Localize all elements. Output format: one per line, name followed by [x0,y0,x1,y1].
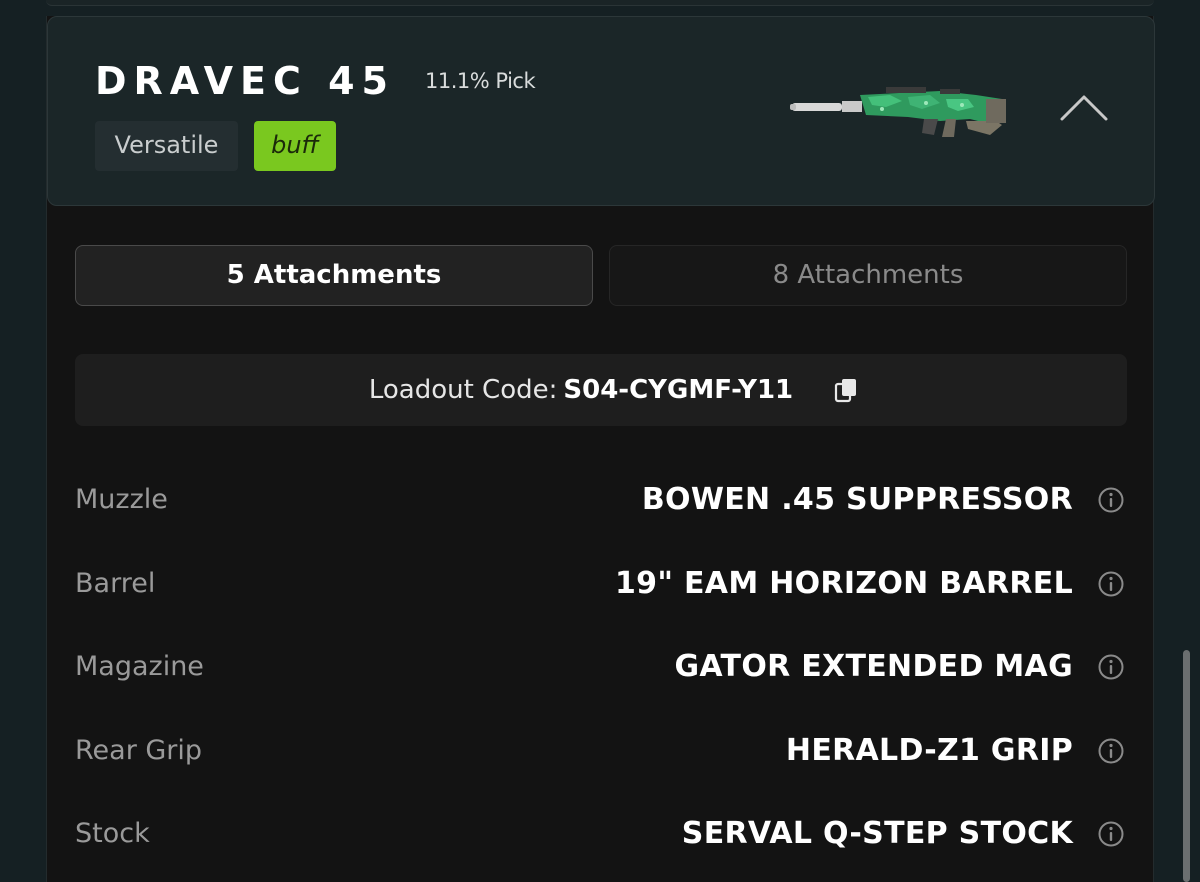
tag-buff: buff [254,121,336,171]
attachment-name: HERALD-Z1 GRIP [785,733,1073,768]
loadout-code-label: Loadout Code: [368,375,558,405]
tag-versatile: Versatile [95,121,238,171]
attachment-slot-label: Rear Grip [75,735,203,766]
scrollbar-thumb[interactable] [1183,650,1190,882]
chevron-up-icon[interactable] [1058,89,1110,125]
info-icon[interactable] [1097,570,1125,598]
attachment-row-rear-grip: Rear Grip HERALD-Z1 GRIP [75,723,1127,783]
info-icon[interactable] [1097,820,1125,848]
attachment-name: GATOR EXTENDED MAG [674,649,1073,684]
attachment-slot-label: Magazine [75,651,204,682]
attachment-row-barrel: Barrel 19" EAM HORIZON BARREL [75,556,1127,616]
weapon-card-header[interactable]: DRAVEC 45 11.1% Pick Versatile buff [47,16,1155,206]
copy-icon[interactable] [833,376,861,404]
loadout-code-box[interactable]: Loadout Code: S04-CYGMF-Y11 [75,354,1127,426]
loadout-code-text: Loadout Code: S04-CYGMF-Y11 [75,354,1127,426]
attachment-name: 19" EAM HORIZON BARREL [614,566,1073,601]
tab-8-attachments[interactable]: 8 Attachments [609,245,1127,306]
tab-5-attachments[interactable]: 5 Attachments [75,245,593,306]
weapon-loadout-card: DRAVEC 45 11.1% Pick Versatile buff 5 At… [46,16,1155,882]
attachment-name: BOWEN .45 SUPPRESSOR [641,482,1073,517]
info-icon[interactable] [1097,486,1125,514]
attachment-slot-label: Barrel [75,568,156,599]
info-icon[interactable] [1097,653,1125,681]
attachment-slot-label: Muzzle [75,484,168,515]
loadout-code-value: S04-CYGMF-Y11 [563,375,794,405]
weapon-image [790,87,1006,137]
attachment-name: SERVAL Q-STEP STOCK [681,816,1073,851]
attachment-row-muzzle: Muzzle BOWEN .45 SUPPRESSOR [75,472,1127,532]
previous-card-edge [46,0,1154,6]
attachment-row-stock: Stock SERVAL Q-STEP STOCK [75,806,1127,866]
attachment-row-magazine: Magazine GATOR EXTENDED MAG [75,639,1127,699]
info-icon[interactable] [1097,737,1125,765]
pick-rate: 11.1% Pick [425,69,536,93]
attachment-slot-label: Stock [75,818,150,849]
weapon-name: DRAVEC 45 [95,59,395,103]
